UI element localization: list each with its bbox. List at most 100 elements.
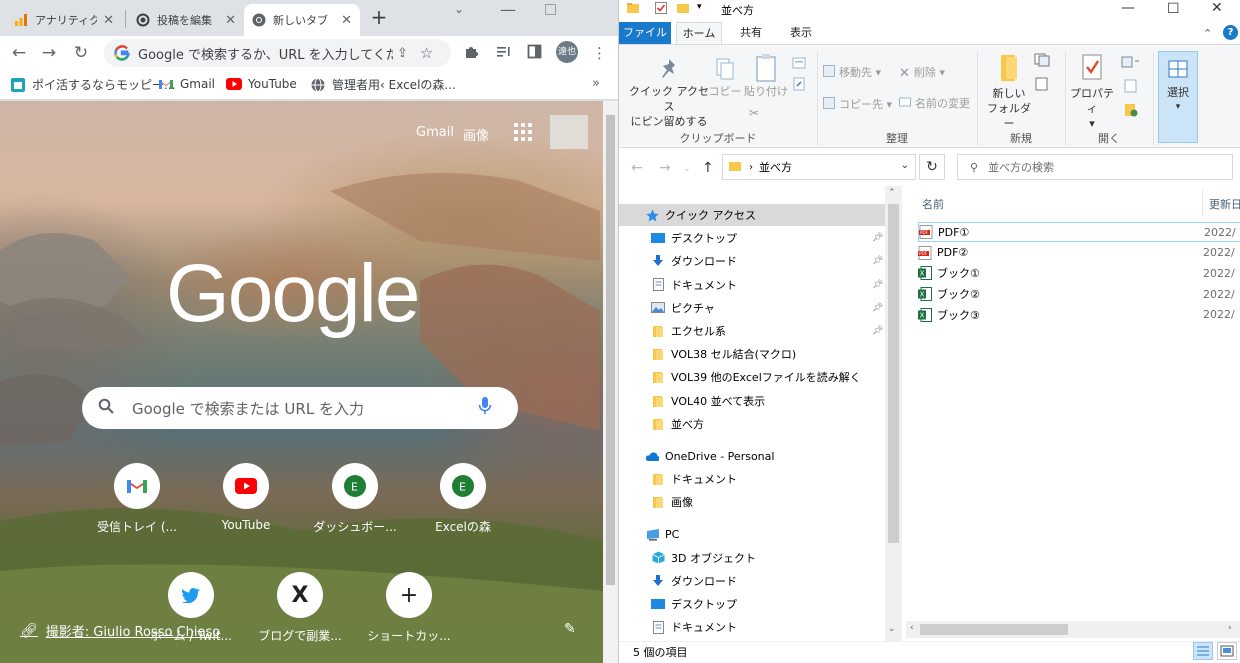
minimize-icon[interactable]: — xyxy=(1121,0,1135,16)
scrollbar-thumb[interactable] xyxy=(920,624,1068,635)
copy-to-button[interactable]: コピー先 ▾ xyxy=(823,97,892,114)
profile-avatar[interactable]: 遠也 xyxy=(556,41,578,63)
column-divider[interactable] xyxy=(1202,190,1203,216)
photo-credit-link[interactable]: 🔗︎ 撮影者: Giulio Rosso Chioso xyxy=(20,621,220,641)
reload-icon[interactable]: ↻ xyxy=(70,42,92,64)
nav-item[interactable]: ピクチャ 📌︎ xyxy=(619,297,885,319)
tab-new-tab[interactable]: 新しいタブ ✕ xyxy=(244,4,360,36)
chevron-down-icon[interactable]: ⌄ xyxy=(454,2,464,16)
file-row[interactable]: PDF PDF① 2022/ xyxy=(918,222,1240,242)
tab-edit-post[interactable]: 投稿を編集 ✕ xyxy=(128,4,244,36)
bookmark-star-icon[interactable]: ☆ xyxy=(420,44,433,62)
file-row[interactable]: PDF PDF② 2022/ xyxy=(918,243,1240,263)
nav-item[interactable]: 画像 xyxy=(619,491,885,513)
account-avatar[interactable] xyxy=(550,115,588,149)
close-icon[interactable]: ✕ xyxy=(341,13,352,28)
back-icon[interactable]: ← xyxy=(631,160,643,176)
shortcut-blog[interactable]: X ブログで副業... xyxy=(244,572,356,644)
new-folder-button[interactable]: 新しい フォルダー xyxy=(985,53,1033,132)
nav-item[interactable]: VOL38 セル結合(マクロ) xyxy=(619,343,885,365)
bookmark-youtube[interactable]: YouTube xyxy=(226,76,297,92)
customize-quick-access-icon[interactable]: ▾ xyxy=(697,2,702,12)
recent-locations-icon[interactable]: ⌄ xyxy=(683,164,691,174)
delete-button[interactable]: ✕ 削除 ▾ xyxy=(899,65,945,83)
shortcut-excel-mori[interactable]: E Excelの森 xyxy=(407,463,519,535)
forward-icon[interactable]: → xyxy=(38,42,60,64)
paste-button[interactable]: 貼り付け xyxy=(743,53,789,100)
bookmark-gmail[interactable]: Gmail xyxy=(158,76,215,92)
chevron-up-icon[interactable]: ⌃ xyxy=(1203,27,1212,40)
open-icon[interactable] xyxy=(1119,55,1143,74)
vertical-scrollbar[interactable] xyxy=(603,101,618,663)
forward-icon[interactable]: → xyxy=(659,160,671,176)
scrollbar-thumb[interactable] xyxy=(606,115,615,585)
more-menu-icon[interactable]: ⋮ xyxy=(592,44,607,62)
gmail-link[interactable]: Gmail xyxy=(416,125,454,140)
extensions-icon[interactable] xyxy=(464,44,479,63)
nav-item[interactable]: デスクトップ 📌︎ xyxy=(619,227,885,249)
copy-path-icon[interactable] xyxy=(791,57,807,74)
scroll-right-icon[interactable]: › xyxy=(1228,623,1232,633)
history-icon[interactable] xyxy=(1119,103,1143,122)
bookmark-excel-mori-admin[interactable]: 管理者用‹ Excelの森... xyxy=(310,76,456,93)
shortcut-dashboard[interactable]: E ダッシュボー... xyxy=(299,463,411,535)
cut-scissors-icon[interactable]: ✂ xyxy=(747,105,761,121)
ntp-search-box[interactable]: Google で検索または URL を入力 xyxy=(82,387,518,429)
bookmark-moppy[interactable]: ポイ活するならモッピー... xyxy=(10,76,175,93)
close-icon[interactable]: ✕ xyxy=(103,13,114,28)
scroll-left-icon[interactable]: ‹ xyxy=(910,623,914,633)
nav-item[interactable]: ダウンロード xyxy=(619,570,885,592)
google-apps-icon[interactable] xyxy=(514,123,532,141)
pin-to-quick-access-button[interactable]: クイック アクセス にピン留めする xyxy=(625,57,713,130)
tab-home[interactable]: ホーム xyxy=(676,22,722,44)
shortcut-inbox[interactable]: 受信トレイ (... xyxy=(81,463,193,535)
new-folder-icon[interactable] xyxy=(677,2,689,17)
new-tab-button[interactable]: + xyxy=(368,6,390,28)
details-view-icon[interactable] xyxy=(1193,642,1213,660)
nav-item[interactable]: デスクトップ xyxy=(619,593,885,615)
nav-item[interactable]: 並べ方 xyxy=(619,413,885,435)
minimize-icon[interactable]: — xyxy=(500,0,516,19)
nav-item[interactable]: VOL39 他のExcelファイルを読み解く xyxy=(619,366,885,388)
edit-icon[interactable] xyxy=(1119,79,1143,98)
add-shortcut-button[interactable]: + ショートカッ... xyxy=(353,572,465,644)
scrollbar-thumb[interactable] xyxy=(888,204,899,543)
large-icons-view-icon[interactable] xyxy=(1217,642,1237,660)
properties-button[interactable]: プロパティ ▾ xyxy=(1067,53,1117,132)
nav-item[interactable]: VOL40 並べて表示 xyxy=(619,390,885,412)
column-name-header[interactable]: 名前 xyxy=(922,196,944,212)
back-icon[interactable]: ← xyxy=(8,42,30,64)
copy-button[interactable]: コピー xyxy=(707,57,743,100)
paste-shortcut-icon[interactable] xyxy=(791,77,807,96)
shortcut-youtube[interactable]: YouTube xyxy=(190,463,302,532)
column-modified-header[interactable]: 更新日 xyxy=(1209,196,1240,212)
chevron-down-icon[interactable]: ⌄ xyxy=(901,160,909,171)
customize-pencil-icon[interactable]: ✎ xyxy=(564,621,576,637)
file-row[interactable]: X ブック③ 2022/ xyxy=(918,305,1240,325)
tab-analytics[interactable]: アナリティクス ✕ xyxy=(6,4,122,36)
easy-access-icon[interactable] xyxy=(1033,77,1055,96)
search-input[interactable]: ⚲ 並べ方の検索 xyxy=(957,154,1233,180)
select-button[interactable]: 選択 ▾ xyxy=(1158,51,1198,143)
up-icon[interactable]: ↑ xyxy=(702,160,714,176)
nav-item[interactable]: ドキュメント 📌︎ xyxy=(619,274,885,296)
maximize-icon[interactable] xyxy=(545,4,556,15)
close-icon[interactable]: ✕ xyxy=(225,13,236,28)
nav-item[interactable]: OneDrive - Personal xyxy=(619,445,885,467)
tab-file[interactable]: ファイル xyxy=(619,22,671,44)
nav-item[interactable]: 3D オブジェクト xyxy=(619,547,885,569)
help-icon[interactable]: ? xyxy=(1223,25,1238,40)
nav-scrollbar[interactable]: ⌃ ⌄ xyxy=(885,186,902,641)
images-link[interactable]: 画像 xyxy=(463,125,489,144)
bookmarks-overflow-button[interactable]: » xyxy=(592,76,600,91)
address-bar[interactable]: Google で検索するか、URL を入力してくださ... ⇪ ☆ xyxy=(104,39,451,67)
tab-share[interactable]: 共有 xyxy=(731,22,771,44)
close-icon[interactable]: ✕ xyxy=(1211,0,1223,16)
tab-view[interactable]: 表示 xyxy=(781,22,821,44)
nav-item[interactable]: ダウンロード 📌︎ xyxy=(619,250,885,272)
new-item-icon[interactable] xyxy=(1033,53,1055,72)
nav-item[interactable]: ドキュメント xyxy=(619,616,885,638)
reading-list-icon[interactable] xyxy=(496,44,511,63)
scroll-up-icon[interactable]: ⌃ xyxy=(888,188,896,198)
microphone-icon[interactable] xyxy=(478,396,498,420)
